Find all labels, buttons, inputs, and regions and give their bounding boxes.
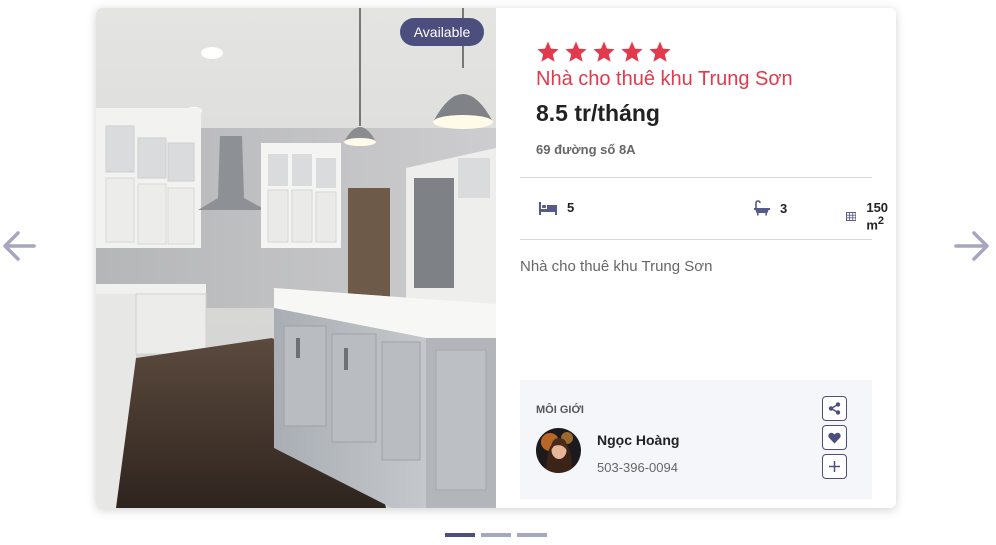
area-value: 150 m2 — [866, 200, 896, 232]
agent-panel: MÔI GIỚI Ngọc Hoàng 503-396-0094 — [520, 380, 872, 499]
property-title[interactable]: Nhà cho thuê khu Trung Sơn — [536, 68, 793, 91]
divider — [520, 239, 872, 240]
star-icon — [565, 41, 587, 62]
arrow-left-icon — [3, 231, 36, 261]
favorite-button[interactable] — [822, 425, 847, 450]
carousel-next-button[interactable] — [952, 228, 992, 264]
agent-phone[interactable]: 503-396-0094 — [597, 460, 678, 475]
bathtub-icon — [754, 200, 770, 216]
feature-beds: 5 — [539, 200, 574, 215]
grid-area-icon — [846, 211, 857, 221]
share-icon — [828, 402, 841, 415]
kitchen-photo — [96, 8, 496, 508]
feature-area: 150 m2 — [846, 200, 896, 232]
share-button[interactable] — [822, 396, 847, 421]
carousel-pagination — [445, 533, 547, 537]
avatar[interactable] — [536, 428, 581, 473]
property-price: 8.5 tr/tháng — [536, 100, 660, 126]
divider — [520, 177, 872, 178]
property-photo[interactable]: Available — [96, 8, 496, 508]
feature-baths: 3 — [754, 200, 787, 216]
heart-icon — [828, 432, 841, 443]
beds-count: 5 — [567, 200, 575, 215]
area-unit-superscript: 2 — [877, 215, 885, 227]
carousel-dot[interactable] — [517, 533, 547, 537]
availability-badge: Available — [400, 18, 484, 46]
property-card[interactable]: Available Nhà cho thuê khu Trung Sơn 8.5… — [96, 8, 896, 508]
add-button[interactable] — [822, 454, 847, 479]
plus-icon — [829, 461, 840, 472]
baths-count: 3 — [780, 200, 788, 216]
star-icon — [649, 41, 671, 62]
carousel-prev-button[interactable] — [0, 228, 40, 264]
carousel-dot[interactable] — [481, 533, 511, 537]
property-description: Nhà cho thuê khu Trung Sơn — [520, 258, 713, 275]
agent-name[interactable]: Ngọc Hoàng — [597, 432, 679, 448]
arrow-right-icon — [954, 231, 989, 261]
agent-avatar-image — [536, 428, 581, 473]
star-icon — [537, 41, 559, 62]
star-icon — [621, 41, 643, 62]
listing-carousel: Available Nhà cho thuê khu Trung Sơn 8.5… — [0, 0, 996, 545]
agent-label: MÔI GIỚI — [536, 404, 584, 416]
bed-icon — [539, 201, 557, 215]
property-info: Nhà cho thuê khu Trung Sơn 8.5 tr/tháng … — [496, 8, 896, 508]
star-icon — [593, 41, 615, 62]
carousel-dot[interactable] — [445, 533, 475, 537]
rating-stars — [536, 40, 672, 64]
property-address: 69 đường số 8A — [536, 142, 636, 157]
